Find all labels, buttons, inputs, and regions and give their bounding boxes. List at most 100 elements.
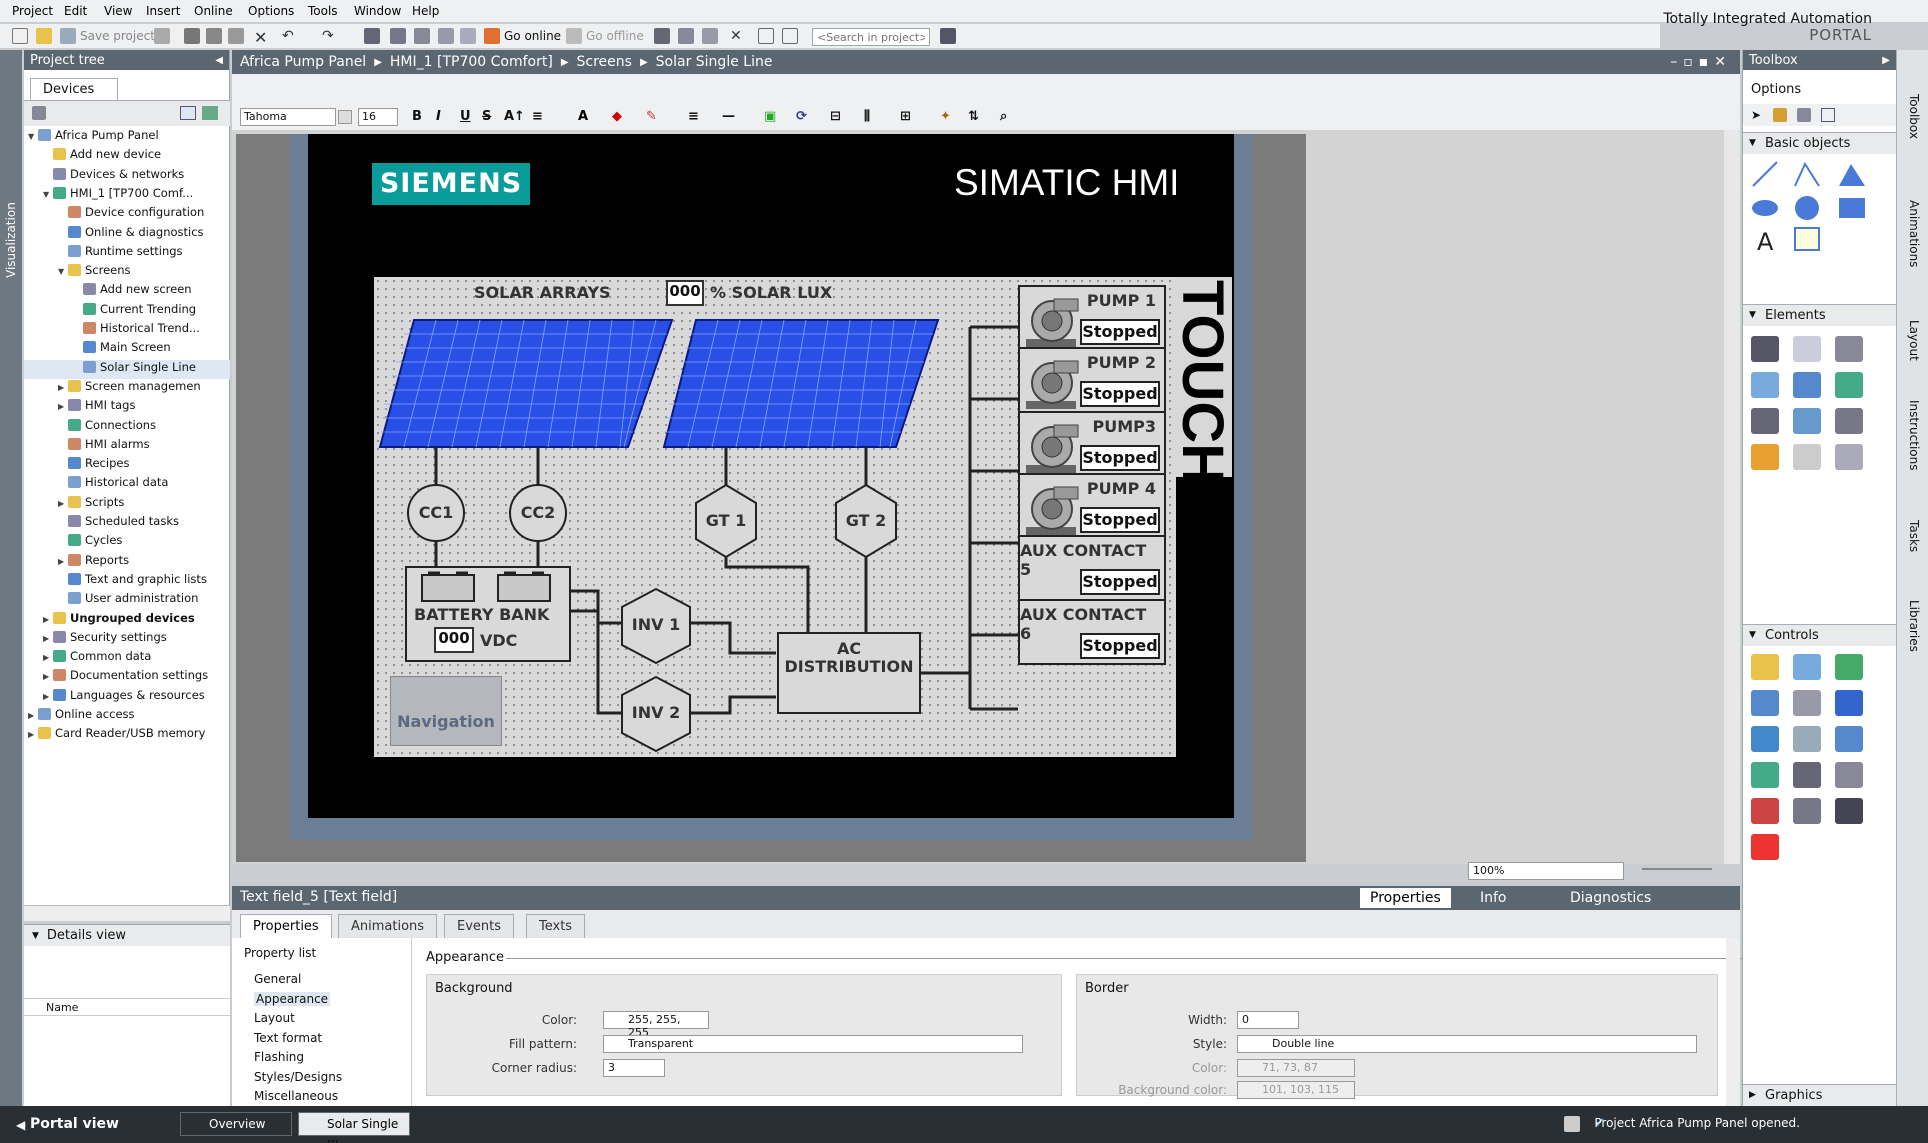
collapsed-arrow-icon[interactable]: ▶ [28,730,38,739]
side-tab-libraries[interactable]: Libraries [1907,600,1921,652]
zoom-select[interactable]: 100% [1468,862,1624,880]
go-offline-button[interactable]: Go offline [586,29,644,43]
window-controls-icon[interactable]: –▫▪✕ [1670,54,1732,70]
tree-item[interactable]: ▶ Scripts [24,495,230,514]
font-size-select[interactable]: 16 [358,108,398,126]
collapsed-arrow-icon[interactable]: ▶ [28,711,38,720]
basic-objects-section[interactable]: ▼ Basic objects [1743,132,1897,154]
go-offline-icon[interactable] [566,28,582,44]
tree-item[interactable]: User administration [24,591,230,610]
border-style-select[interactable]: Double line [1237,1035,1697,1053]
solar-single-line-tab[interactable]: Solar Single ... [298,1112,410,1143]
element-tool-icon[interactable] [1835,336,1863,362]
property-list-item[interactable]: Flashing [254,1050,304,1064]
graphics-section[interactable]: ▶ Graphics [1743,1084,1897,1106]
pump-box[interactable]: PUMP 1 Stopped [1018,285,1166,351]
property-list-item[interactable]: Text format [254,1031,322,1045]
tree-item[interactable]: ▼ HMI_1 [TP700 Comf... [24,186,230,205]
menu-help[interactable]: Help [412,4,439,18]
tree-home-icon[interactable] [32,106,46,120]
pump-box[interactable]: PUMP3 Stopped [1018,411,1166,477]
expanded-arrow-icon[interactable]: ▼ [58,267,68,276]
bring-front-icon[interactable]: ▣ [764,109,776,124]
simulation-icon[interactable] [438,28,454,44]
property-list-item[interactable]: Styles/Designs [254,1070,342,1084]
solar-panel-2[interactable] [662,319,940,448]
property-list-item[interactable]: General [254,972,301,986]
tree-item[interactable]: Device configuration [24,205,230,224]
paste-icon[interactable] [228,28,244,44]
visualization-strip[interactable]: Visualization [0,50,22,1106]
tasks-icon[interactable] [1564,1116,1580,1132]
tab-animations[interactable]: Animations [338,914,438,938]
tree-item[interactable]: Solar Single Line [24,359,230,379]
search-project-icon[interactable] [940,28,956,44]
tree-options-icon[interactable] [202,106,218,120]
go-online-icon[interactable] [484,28,500,44]
tree-item[interactable]: ▶ Security settings [24,630,230,649]
open-project-icon[interactable] [36,28,52,44]
collapsed-arrow-icon[interactable]: ▶ [43,672,53,681]
tree-item[interactable]: Devices & networks [24,167,230,186]
ellipse-tool-icon[interactable] [1752,200,1778,216]
tree-item[interactable]: Runtime settings [24,244,230,263]
tree-horizontal-scrollbar[interactable] [24,905,230,921]
control-tool-icon[interactable] [1835,834,1863,860]
breadcrumb-1[interactable]: HMI_1 [TP700 Comfort] [390,54,553,70]
menu-online[interactable]: Online [194,4,233,18]
rectangle-tool-icon[interactable] [1839,198,1865,218]
italic-icon[interactable]: I [436,109,441,124]
line-width-icon[interactable]: — [722,109,735,124]
cut-icon[interactable] [184,28,200,44]
bold-icon[interactable]: B [412,109,422,124]
tree-item[interactable]: Add new screen [24,282,230,301]
devices-tab[interactable]: Devices [30,78,118,100]
tree-item[interactable]: ▶ HMI tags [24,398,230,417]
save-project-icon[interactable] [60,28,76,44]
save-project-button[interactable]: Save project [80,29,155,43]
tree-item[interactable]: ▶ Common data [24,649,230,668]
tab-events[interactable]: Events [444,914,515,938]
pump-box[interactable]: AUX CONTACT 6 Stopped [1018,599,1166,665]
side-tab-toolbox[interactable]: Toolbox [1907,94,1921,139]
details-view-header[interactable]: ▼ Details view [24,924,230,946]
border-color-field[interactable]: 71, 73, 87 [1237,1059,1355,1077]
format-painter-icon[interactable]: ✦ [940,109,951,124]
download-icon[interactable] [390,28,406,44]
tree-item[interactable]: Current Trending [24,302,230,321]
tree-item[interactable]: ▶ Online access [24,707,230,726]
element-tool-icon[interactable] [1751,444,1779,470]
circle-tool-icon[interactable] [1795,196,1819,220]
control-tool-icon[interactable] [1835,762,1863,788]
tree-item[interactable]: Historical Trend... [24,321,230,340]
control-tool-icon[interactable] [1751,834,1779,860]
solar-lux-field[interactable]: 000 [666,280,704,306]
cross-reference-icon[interactable] [678,28,694,44]
graphic-view-tool-icon[interactable] [1794,227,1820,251]
menu-window[interactable]: Window [354,4,401,18]
collapsed-arrow-icon[interactable]: ▶ [43,615,53,624]
property-list-item[interactable]: Appearance [254,991,331,1006]
tree-item[interactable]: ▶ Documentation settings [24,668,230,687]
control-tool-icon[interactable] [1751,654,1779,680]
side-tab-layout[interactable]: Layout [1907,320,1921,361]
side-tab-instructions[interactable]: Instructions [1907,400,1921,470]
font-family-select[interactable]: Tahoma [240,108,336,126]
menu-tools[interactable]: Tools [308,4,338,18]
tree-item[interactable]: Online & diagnostics [24,225,230,244]
breadcrumb-2[interactable]: Screens [577,54,632,70]
element-tool-icon[interactable] [1793,444,1821,470]
split-horizontal-icon[interactable] [758,28,774,44]
element-tool-icon[interactable] [1751,372,1779,398]
polyline-tool-icon[interactable] [1794,161,1820,187]
element-tool-icon[interactable] [1793,336,1821,362]
undo-icon[interactable]: ↶ [282,28,298,44]
breadcrumb-3[interactable]: Solar Single Line [656,54,773,70]
control-tool-icon[interactable] [1751,762,1779,788]
tree-item[interactable]: ▼ Screens [24,263,230,282]
line-style-icon[interactable]: ≡ [688,109,699,124]
group-icon[interactable] [1797,108,1811,122]
control-tool-icon[interactable] [1835,690,1863,716]
tree-item[interactable]: Scheduled tasks [24,514,230,533]
distribute-icon[interactable]: ⫼ [864,109,870,124]
